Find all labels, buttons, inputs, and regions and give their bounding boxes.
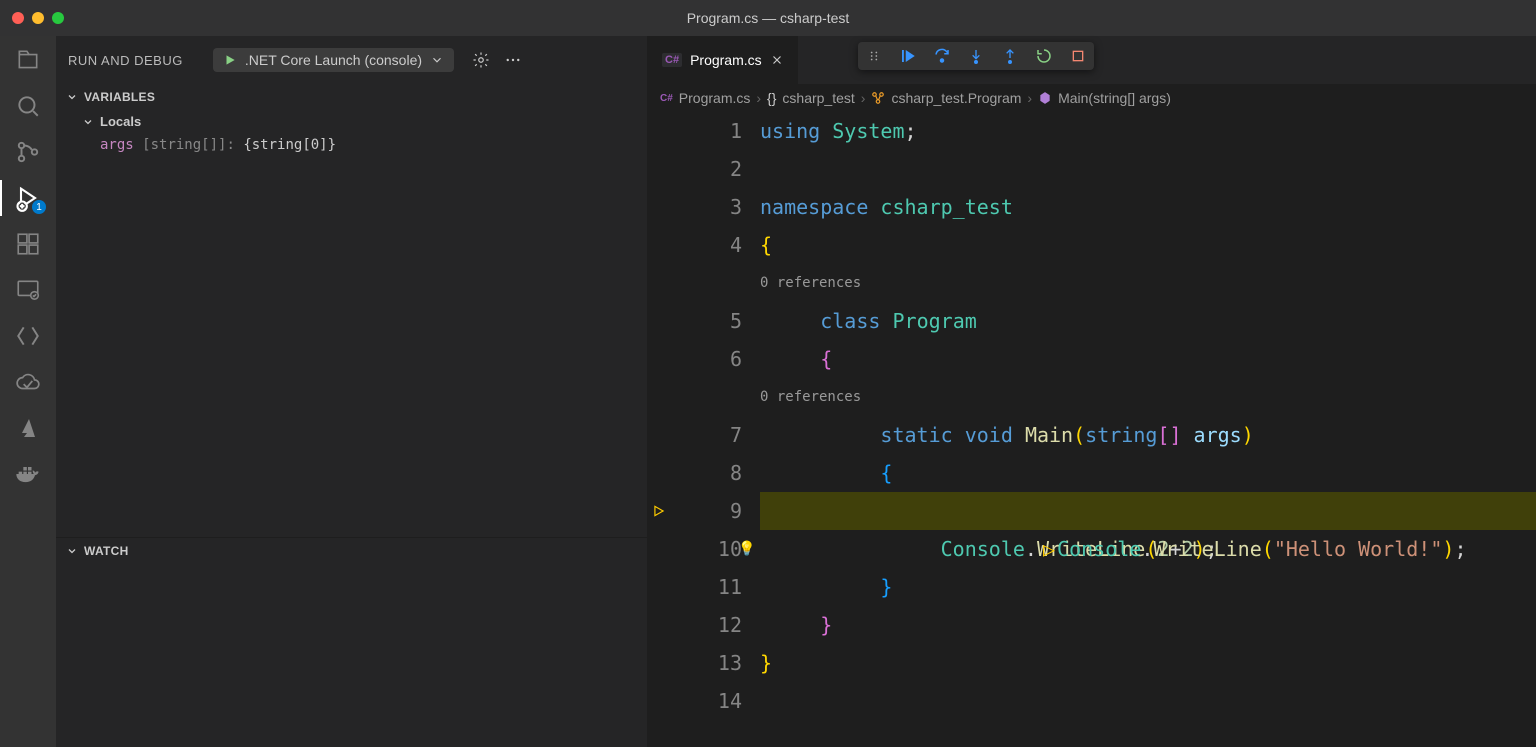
step-into-button[interactable] (966, 46, 986, 66)
chevron-right-icon: › (861, 90, 866, 106)
chevron-down-icon (66, 91, 78, 103)
minimize-window-button[interactable] (32, 12, 44, 24)
sidebar-header: RUN AND DEBUG .NET Core Launch (console) (56, 36, 647, 84)
code-line[interactable]: { (760, 454, 1536, 492)
codelens[interactable]: 0 references (760, 264, 1536, 302)
variable-type: [string[]]: (142, 137, 235, 153)
docker-icon[interactable] (14, 460, 42, 488)
tab-program-cs[interactable]: C# Program.cs (648, 36, 799, 84)
chevron-right-icon: › (1027, 90, 1032, 106)
code-line[interactable]: } (760, 644, 1536, 682)
execution-pointer-icon (648, 492, 670, 530)
source-control-icon[interactable] (14, 138, 42, 166)
chevron-right-icon: › (756, 90, 761, 106)
code-line[interactable]: { (760, 226, 1536, 264)
glyph-margin[interactable] (648, 112, 670, 747)
code-content[interactable]: using System; namespace csharp_test { 0 … (760, 112, 1536, 747)
code-line[interactable]: static void Main(string[] args) (760, 416, 1536, 454)
close-window-button[interactable] (12, 12, 24, 24)
titlebar: Program.cs — csharp-test (0, 0, 1536, 36)
breadcrumb[interactable]: C# Program.cs › {} csharp_test › csharp_… (648, 84, 1536, 112)
code-line[interactable] (760, 150, 1536, 188)
breadcrumb-namespace[interactable]: csharp_test (782, 90, 854, 106)
step-over-button[interactable] (932, 46, 952, 66)
codelens[interactable]: 0 references (760, 378, 1536, 416)
inline-exec-pointer-icon: ▷ (1043, 530, 1055, 568)
breadcrumb-file[interactable]: Program.cs (679, 90, 751, 106)
explorer-icon[interactable] (14, 46, 42, 74)
variable-row[interactable]: args [string[]]: {string[0]} (56, 133, 647, 157)
restart-button[interactable] (1034, 46, 1054, 66)
code-editor[interactable]: 1 2 3 4 5 6 7 8 9 10 11 12 13 14 using S… (648, 112, 1536, 747)
debug-badge: 1 (32, 200, 46, 214)
main-layout: 1 RUN AND DEBUG .NET Core La (0, 36, 1536, 747)
variables-section: VARIABLES Locals args [string[]]: {strin… (56, 84, 647, 537)
namespace-icon: {} (767, 90, 776, 106)
variables-label: VARIABLES (84, 90, 155, 104)
remote-icon[interactable] (14, 276, 42, 304)
code-line[interactable]: namespace csharp_test (760, 188, 1536, 226)
azure-icon[interactable] (14, 414, 42, 442)
code-line[interactable]: } (760, 568, 1536, 606)
code-line[interactable] (760, 682, 1536, 720)
extensions-icon[interactable] (14, 230, 42, 258)
debug-sidebar: RUN AND DEBUG .NET Core Launch (console) (56, 36, 648, 747)
bracket-icon[interactable] (14, 322, 42, 350)
stop-button[interactable] (1068, 46, 1088, 66)
watch-label: WATCH (84, 544, 129, 558)
class-icon (871, 91, 885, 105)
continue-button[interactable] (898, 46, 918, 66)
window-title: Program.cs — csharp-test (687, 10, 850, 26)
launch-config-label: .NET Core Launch (console) (245, 52, 422, 68)
current-execution-line[interactable]: 💡 ▷Console.WriteLine("Hello World!"); (760, 492, 1536, 530)
launch-config-selector[interactable]: .NET Core Launch (console) (213, 48, 454, 72)
breadcrumb-method[interactable]: Main(string[] args) (1058, 90, 1171, 106)
search-icon[interactable] (14, 92, 42, 120)
chevron-down-icon (430, 53, 444, 67)
more-icon[interactable] (504, 51, 522, 69)
method-icon (1038, 91, 1052, 105)
chevron-down-icon (82, 116, 94, 128)
step-out-button[interactable] (1000, 46, 1020, 66)
maximize-window-button[interactable] (52, 12, 64, 24)
tab-label: Program.cs (690, 52, 762, 68)
csharp-file-icon: C# (660, 93, 673, 104)
scope-label: Locals (100, 114, 141, 129)
variable-value: {string[0]} (243, 137, 336, 153)
code-line[interactable]: class Program (760, 302, 1536, 340)
debug-toolbar[interactable] (858, 42, 1094, 70)
code-line[interactable]: } (760, 606, 1536, 644)
window-controls (0, 12, 64, 24)
csharp-file-icon: C# (662, 53, 682, 67)
run-debug-icon[interactable]: 1 (14, 184, 42, 212)
variables-header[interactable]: VARIABLES (56, 84, 647, 110)
line-numbers: 1 2 3 4 5 6 7 8 9 10 11 12 13 14 (670, 112, 760, 747)
activity-bar: 1 (0, 36, 56, 747)
cloud-icon[interactable] (14, 368, 42, 396)
drag-handle-icon[interactable] (864, 46, 884, 66)
close-icon[interactable] (770, 53, 784, 67)
code-line[interactable]: { (760, 340, 1536, 378)
code-line[interactable]: using System; (760, 112, 1536, 150)
gear-icon[interactable] (472, 51, 490, 69)
watch-header[interactable]: WATCH (56, 538, 647, 564)
lightbulb-icon[interactable]: 💡 (738, 530, 755, 568)
watch-section: WATCH (56, 537, 647, 747)
chevron-down-icon (66, 545, 78, 557)
start-debug-icon[interactable] (223, 53, 237, 67)
breadcrumb-class[interactable]: csharp_test.Program (891, 90, 1021, 106)
variable-name: args (100, 137, 134, 153)
editor-area: C# Program.cs C# Program.cs › {} csharp_… (648, 36, 1536, 747)
sidebar-title: RUN AND DEBUG (68, 53, 183, 68)
scope-locals[interactable]: Locals (56, 110, 647, 133)
